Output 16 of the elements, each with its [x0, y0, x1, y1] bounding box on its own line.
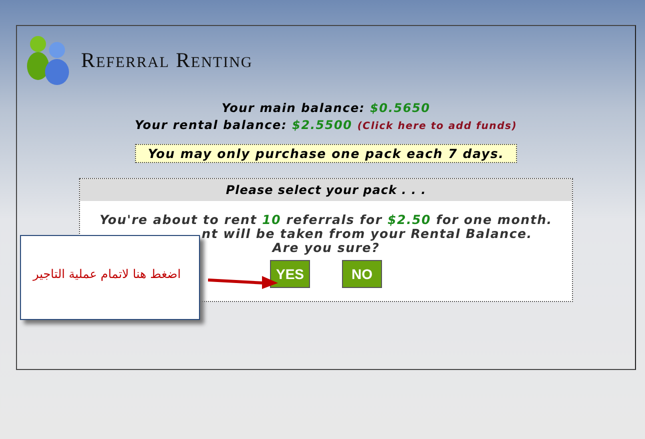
add-funds-link[interactable]: (Click here to add funds)	[357, 118, 518, 135]
message-text: You're about to rent 10 referrals for $2.50 for one month.	[100, 213, 552, 227]
pointer-arrow	[208, 274, 278, 290]
people-icon	[25, 34, 71, 86]
callout-text: اضغط هنا لاتمام عملية التاجير	[33, 267, 181, 281]
answer-button[interactable]: NO	[342, 260, 382, 288]
balance-amount: $0.5650	[370, 100, 430, 117]
notice-banner: You may only purchase one pack each 7 days.	[134, 144, 518, 163]
message-text: nt will be taken from your Rental Balance.	[202, 227, 532, 241]
pack-heading: Please select your pack . . .	[80, 179, 572, 201]
balance-label: Your rental balance:	[134, 117, 288, 134]
answer-button[interactable]: YES	[270, 260, 310, 288]
balance-amount: $2.5500	[292, 117, 352, 134]
page-title: Referral Renting	[81, 48, 253, 72]
message-text: Are you sure?	[272, 241, 380, 255]
balance-label: Your main balance:	[222, 100, 366, 117]
